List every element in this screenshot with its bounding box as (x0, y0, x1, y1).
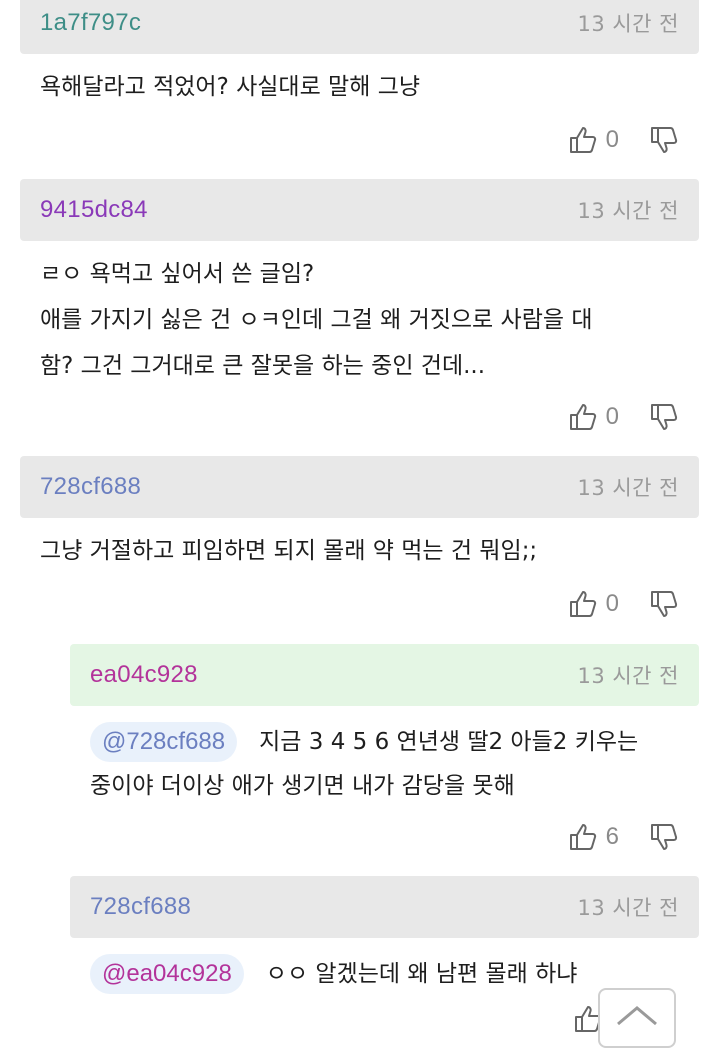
comment: 1a7f797c 13 시간 전 욕해달라고 적었어? 사실대로 말해 그냥 (20, 0, 699, 110)
comment-author[interactable]: 9415dc84 (40, 196, 148, 224)
reply-comment: 728cf688 13 시간 전 @ea04c928 ㅇㅇ 알겠는데 왜 남편 몰… (70, 876, 699, 996)
thumbs-down-icon[interactable] (649, 402, 679, 432)
chevron-up-icon (617, 1006, 657, 1026)
comment-time: 13 시간 전 (577, 896, 679, 920)
comment-author[interactable]: 1a7f797c (40, 9, 141, 37)
comment-author[interactable]: ea04c928 (90, 661, 198, 689)
thumbs-down-icon[interactable] (649, 125, 679, 155)
comment-text: 욕해달라고 적었어? 사실대로 말해 그냥 (40, 74, 421, 100)
comment-time: 13 시간 전 (577, 664, 679, 688)
comment-author[interactable]: 728cf688 (40, 473, 141, 501)
vote-bar: 0 (568, 120, 679, 160)
reply-comment: ea04c928 13 시간 전 @728cf688 지금 3 4 5 6 연년생… (70, 644, 699, 808)
thumbs-down-icon[interactable] (649, 589, 679, 619)
vote-bar: 6 (568, 817, 679, 857)
thumbs-up-icon[interactable] (568, 589, 598, 619)
comment-header: 1a7f797c 13 시간 전 (20, 0, 699, 54)
comment-time: 13 시간 전 (577, 12, 679, 36)
comment-header: 728cf688 13 시간 전 (20, 456, 699, 518)
comment-time: 13 시간 전 (577, 199, 679, 223)
comment-time: 13 시간 전 (577, 476, 679, 500)
comment-header: 9415dc84 13 시간 전 (20, 179, 699, 241)
mention-tag[interactable]: @ea04c928 (90, 954, 244, 994)
comment-header: ea04c928 13 시간 전 (70, 644, 699, 706)
mention-tag[interactable]: @728cf688 (90, 722, 238, 762)
thumbs-up-icon[interactable] (568, 125, 598, 155)
thumbs-down-icon[interactable] (649, 822, 679, 852)
like-count: 0 (605, 403, 619, 430)
comment: 9415dc84 13 시간 전 ㄹㅇ 욕먹고 싶어서 쓴 글임? 애를 가지기… (20, 179, 699, 389)
vote-bar: 0 (568, 584, 679, 624)
comment-text: ㅇㅇ 알겠는데 왜 남편 몰래 하냐 (265, 961, 578, 987)
like-count: 0 (605, 126, 619, 153)
comment-header: 728cf688 13 시간 전 (70, 876, 699, 938)
thumbs-up-icon[interactable] (568, 822, 598, 852)
thumbs-up-icon[interactable] (568, 402, 598, 432)
comment-author[interactable]: 728cf688 (90, 893, 191, 921)
vote-bar: 0 (568, 397, 679, 437)
comment: 728cf688 13 시간 전 그냥 거절하고 피임하면 되지 몰래 약 먹는… (20, 456, 699, 574)
comment-text: 그냥 거절하고 피임하면 되지 몰래 약 먹는 건 뭐임;; (40, 538, 538, 564)
like-count: 6 (605, 823, 619, 850)
like-count: 0 (605, 590, 619, 617)
comment-text: ㄹㅇ 욕먹고 싶어서 쓴 글임? 애를 가지기 싫은 건 ㅇㅋ인데 그걸 왜 거… (40, 261, 593, 379)
scroll-to-top-button[interactable] (598, 988, 676, 1048)
comment-body: @728cf688 지금 3 4 5 6 연년생 딸2 아들2 키우는 중이야 더… (70, 706, 699, 808)
